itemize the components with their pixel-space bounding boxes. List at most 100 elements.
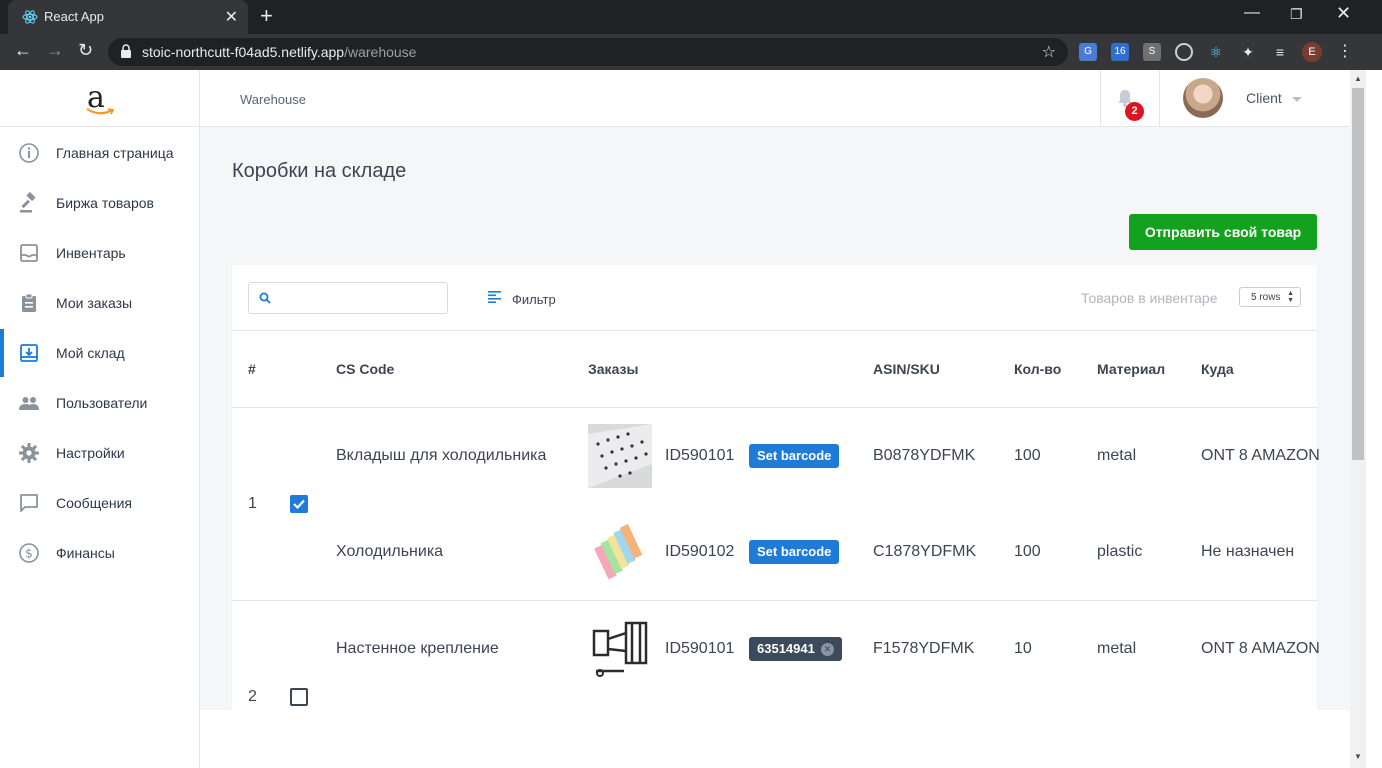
destination: ONT 8 AMAZON: [1201, 447, 1320, 464]
react-icon: [22, 10, 38, 24]
gear-icon: [19, 443, 39, 463]
forward-icon[interactable]: →: [46, 40, 64, 61]
minimize-icon[interactable]: —: [1244, 4, 1260, 22]
material: metal: [1097, 640, 1137, 657]
scroll-up-icon[interactable]: ▲: [1354, 74, 1362, 83]
url-host: stoic-northcutt-f04ad5.netlify.app: [142, 44, 345, 60]
breadcrumb[interactable]: Warehouse: [240, 92, 306, 107]
sidebar-item-label: Пользователи: [56, 395, 148, 411]
main-content: Коробки на складе Отправить свой товар Ф…: [200, 127, 1350, 710]
react-devtools-icon[interactable]: ⚛: [1207, 43, 1225, 61]
sidebar-item-label: Инвентарь: [56, 245, 126, 261]
sidebar-item-warehouse[interactable]: Мой склад: [0, 329, 200, 377]
sidebar-item-label: Финансы: [56, 545, 115, 561]
browser-tabbar: React App ✕ + — ❐ ✕: [0, 0, 1382, 34]
notifications-button[interactable]: 2: [1100, 70, 1160, 127]
amazon-smile-icon: [86, 108, 114, 115]
quantity: 100: [1014, 447, 1041, 464]
notification-badge: 2: [1125, 102, 1144, 121]
sidebar-item-label: Настройки: [56, 445, 125, 461]
lock-icon: [121, 44, 131, 58]
row-number: 1: [248, 495, 257, 512]
sidebar-item-messages[interactable]: Сообщения: [0, 479, 200, 527]
row-checkbox[interactable]: [290, 495, 308, 513]
barcode-chip[interactable]: 63514941 ✕: [749, 637, 842, 661]
set-barcode-button[interactable]: Set barcode: [749, 444, 840, 468]
translate-extension-icon[interactable]: G: [1079, 43, 1097, 61]
cs-code: Холодильника: [336, 543, 444, 560]
filter-lines-icon: [488, 291, 501, 303]
material: plastic: [1097, 543, 1143, 560]
row-divider: [232, 600, 1317, 601]
stepper-arrows-icon: ▲ ▼: [1287, 290, 1294, 304]
sidebar-item-settings[interactable]: Настройки: [0, 429, 200, 477]
sidebar-item-inventory[interactable]: Инвентарь: [0, 229, 200, 277]
filter-label: Фильтр: [512, 292, 556, 307]
s-extension-icon[interactable]: S: [1143, 43, 1161, 61]
calendar-extension-icon[interactable]: 16: [1111, 43, 1129, 61]
address-bar[interactable]: stoic-northcutt-f04ad5.netlify.app/wareh…: [108, 38, 1068, 66]
bookmark-star-icon[interactable]: ☆: [1042, 42, 1056, 62]
scrollbar[interactable]: ▲ ▼: [1350, 70, 1366, 768]
search-input[interactable]: [248, 282, 448, 314]
sidebar-item-label: Мои заказы: [56, 295, 133, 311]
profile-avatar[interactable]: E: [1302, 42, 1322, 62]
close-tab-icon[interactable]: ✕: [225, 7, 238, 27]
column-header[interactable]: CS Code: [336, 361, 394, 377]
row-number: 2: [248, 688, 257, 705]
dollar-icon: $: [19, 543, 39, 563]
users-icon: [19, 397, 39, 410]
page-footer-area: [200, 710, 1350, 768]
column-header[interactable]: Материал: [1097, 361, 1165, 377]
user-name[interactable]: Client: [1246, 90, 1282, 106]
inbox-icon: [20, 244, 38, 262]
reload-icon[interactable]: ↻: [78, 40, 93, 61]
sidebar: a Главная страница Биржа товаров Инвента…: [0, 70, 200, 768]
clipboard-icon: [22, 293, 36, 312]
product-thumbnail: [588, 617, 652, 681]
chevron-down-icon[interactable]: [1292, 97, 1302, 102]
remove-barcode-icon[interactable]: ✕: [820, 643, 834, 657]
amazon-logo[interactable]: a: [0, 70, 200, 127]
warehouse-table-card: Фильтр Товаров в инвентаре 5 rows ▲ ▼ # C…: [232, 265, 1320, 710]
gavel-icon: [20, 192, 36, 213]
column-header[interactable]: Кол-во: [1014, 361, 1061, 377]
send-product-button[interactable]: Отправить свой товар: [1129, 214, 1317, 250]
row-checkbox[interactable]: [290, 688, 308, 706]
media-queue-icon[interactable]: ≡: [1271, 43, 1289, 61]
app-header: Warehouse 2 Client: [200, 70, 1350, 127]
avatar[interactable]: [1183, 78, 1223, 118]
sidebar-item-label: Главная страница: [56, 145, 174, 161]
restore-icon[interactable]: ❐: [1290, 6, 1303, 23]
sidebar-item-home[interactable]: Главная страница: [0, 129, 200, 177]
column-header[interactable]: Заказы: [588, 361, 638, 377]
sidebar-item-finance[interactable]: $ Финансы: [0, 529, 200, 577]
archive-icon: [20, 344, 38, 362]
asin-sku: C1878YDFMK: [873, 543, 977, 560]
close-window-icon[interactable]: ✕: [1336, 3, 1351, 24]
scrollbar-thumb[interactable]: [1352, 88, 1364, 460]
quantity: 100: [1014, 543, 1041, 560]
set-barcode-button[interactable]: Set barcode: [749, 540, 840, 564]
tab-title: React App: [44, 9, 104, 24]
barcode-value: 63514941: [757, 641, 815, 656]
browser-tab[interactable]: React App ✕: [8, 0, 248, 34]
sidebar-item-orders[interactable]: Мои заказы: [0, 279, 200, 327]
new-tab-button[interactable]: +: [260, 5, 273, 27]
quantity: 10: [1014, 640, 1032, 657]
rows-per-page-select[interactable]: 5 rows ▲ ▼: [1239, 287, 1301, 307]
browser-menu-icon[interactable]: ⋮: [1336, 43, 1354, 61]
sidebar-item-exchange[interactable]: Биржа товаров: [0, 179, 200, 227]
scroll-down-icon[interactable]: ▼: [1354, 752, 1362, 761]
circle-extension-icon[interactable]: [1175, 43, 1193, 61]
order-id: ID590101: [665, 447, 735, 464]
column-header[interactable]: Куда: [1201, 361, 1234, 377]
url-path: /warehouse: [344, 44, 417, 60]
asin-sku: F1578YDFMK: [873, 640, 975, 657]
sidebar-item-users[interactable]: Пользователи: [0, 379, 200, 427]
sidebar-item-label: Биржа товаров: [56, 195, 154, 211]
back-icon[interactable]: ←: [14, 40, 32, 61]
extensions-puzzle-icon[interactable]: ✦: [1239, 43, 1257, 61]
search-icon: [259, 292, 271, 304]
column-header[interactable]: ASIN/SKU: [873, 361, 940, 377]
